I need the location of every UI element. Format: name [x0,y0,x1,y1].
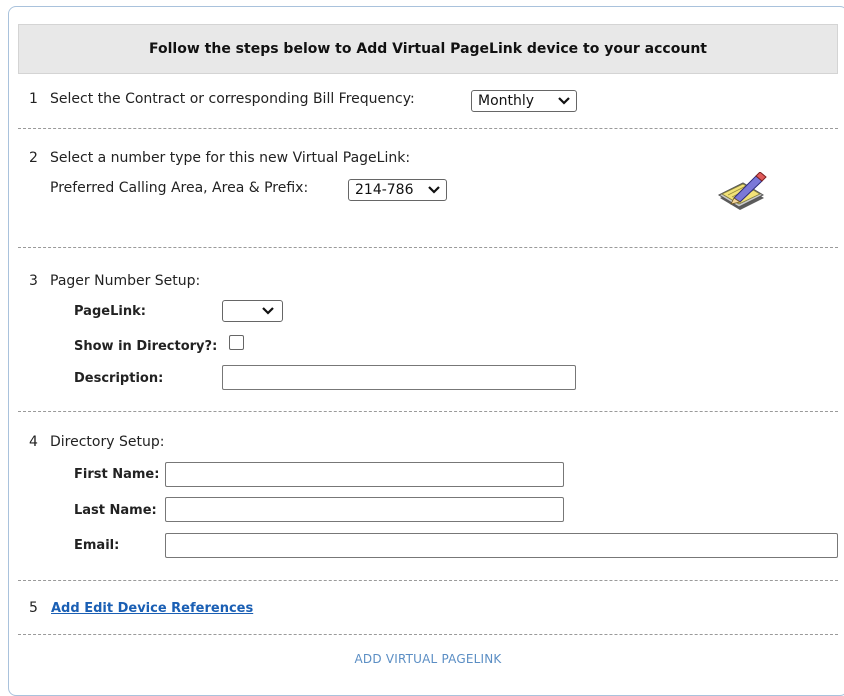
calling-area-select[interactable]: 214-786 [348,179,447,201]
description-field[interactable] [222,365,576,390]
step-2-label: Select a number type for this new Virtua… [50,150,411,166]
divider [18,128,838,129]
step-1-number: 1 [29,91,38,107]
chevron-down-icon [428,186,440,194]
first-name-field[interactable] [165,462,564,487]
calling-area-label: Preferred Calling Area, Area & Prefix: [50,180,309,196]
chevron-down-icon [558,97,570,105]
pagelink-label: PageLink: [74,304,146,319]
step-4-label: Directory Setup: [50,434,165,450]
step-1-label: Select the Contract or corresponding Bil… [50,91,415,107]
edit-pencil-notepad-icon [717,172,767,210]
divider [18,634,838,635]
last-name-label: Last Name: [74,503,157,518]
step-3-number: 3 [29,273,38,289]
step-4-number: 4 [29,434,38,450]
divider [18,580,838,581]
step-2-number: 2 [29,150,38,166]
add-edit-device-references-link[interactable]: Add Edit Device References [51,601,253,616]
bill-frequency-select[interactable]: Monthly [471,90,577,112]
chevron-down-icon [262,307,274,315]
description-label: Description: [74,371,164,386]
add-virtual-pagelink-button[interactable]: ADD VIRTUAL PAGELINK [18,652,838,666]
bill-frequency-value: Monthly [478,93,535,109]
divider [18,247,838,248]
calling-area-value: 214-786 [355,182,414,198]
email-label: Email: [74,538,120,553]
divider [18,411,838,412]
last-name-field[interactable] [165,497,564,522]
first-name-label: First Name: [74,467,160,482]
show-in-directory-checkbox[interactable] [229,335,244,350]
pagelink-select[interactable] [222,300,283,322]
step-5-number: 5 [29,600,38,616]
email-field[interactable] [165,533,838,558]
show-in-directory-label: Show in Directory?: [74,339,218,354]
step-3-label: Pager Number Setup: [50,273,201,289]
page-title: Follow the steps below to Add Virtual Pa… [18,24,838,74]
